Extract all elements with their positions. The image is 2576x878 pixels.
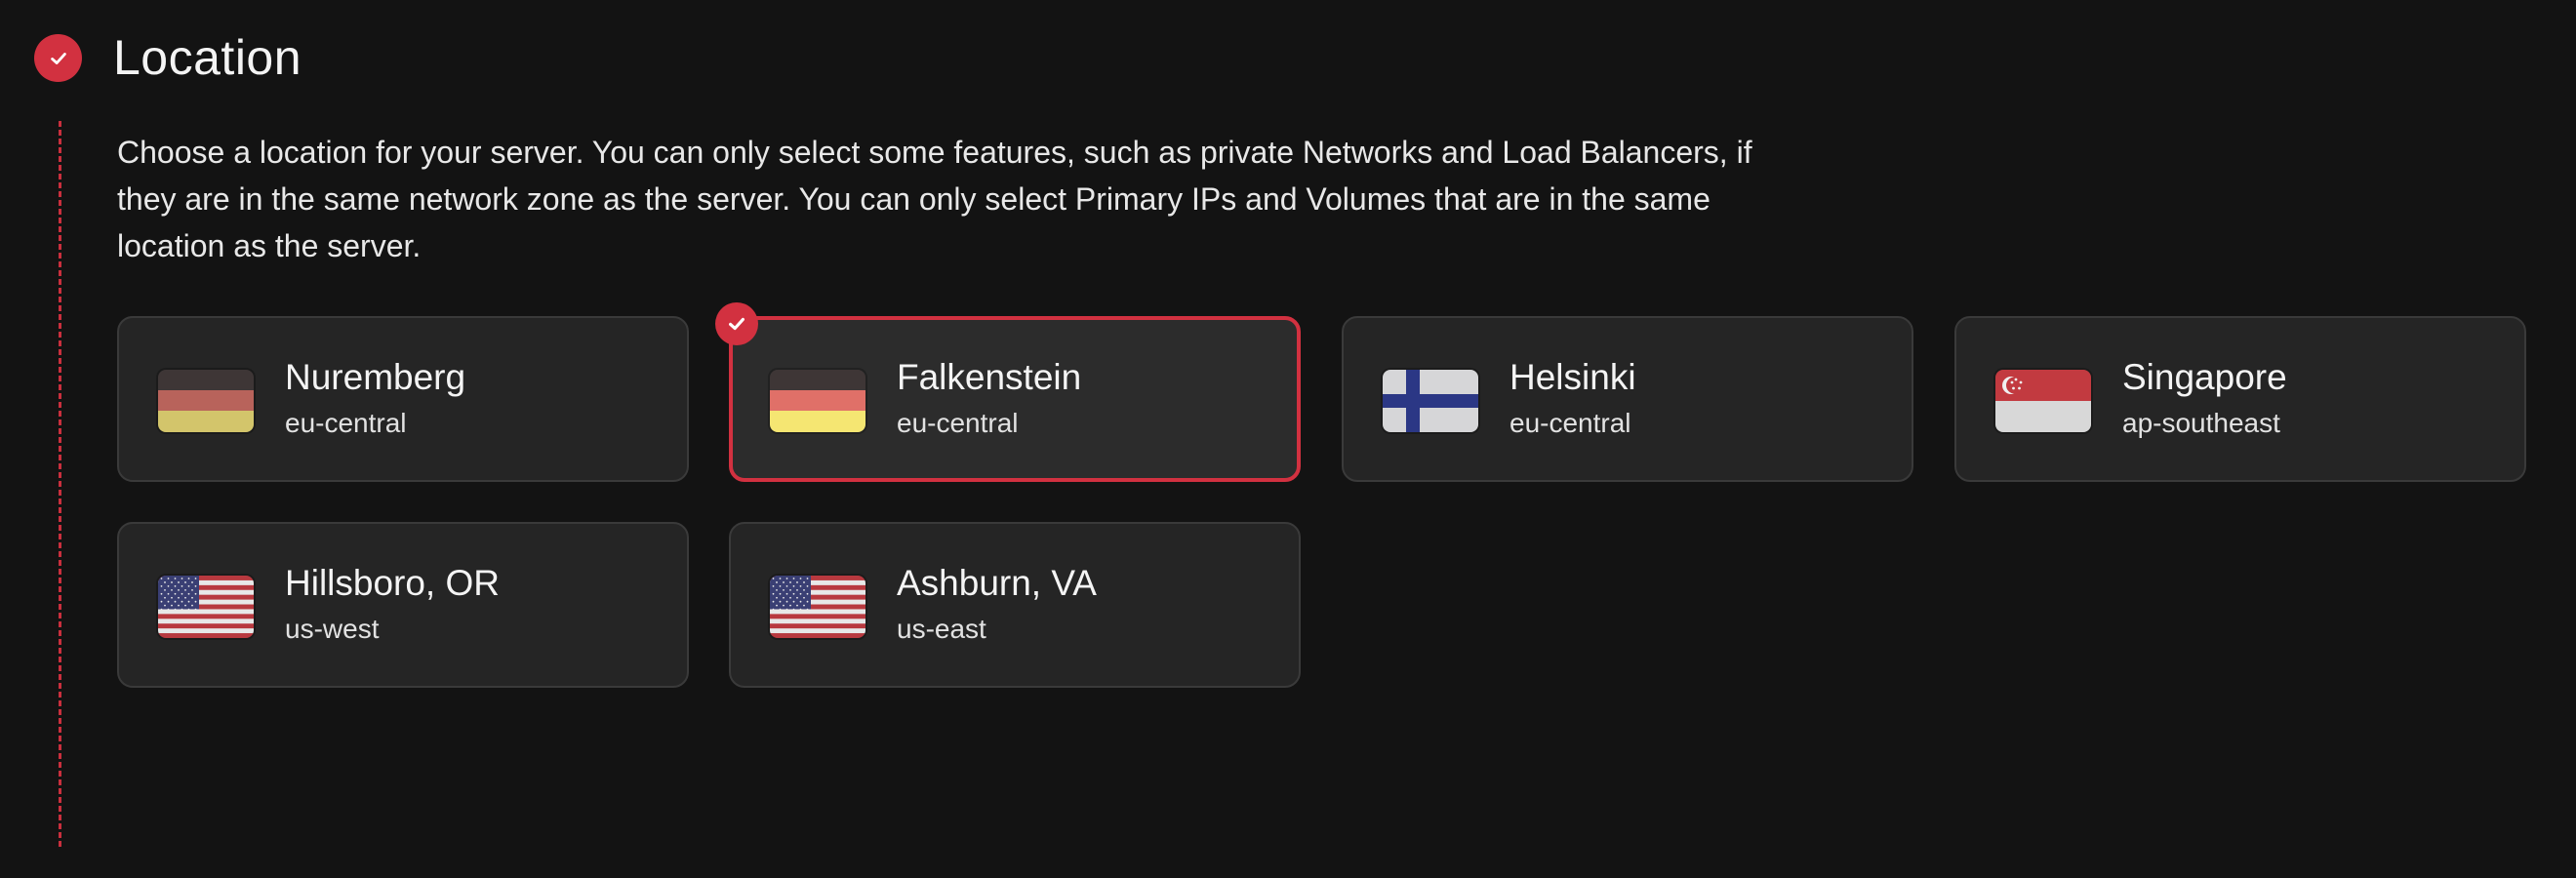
location-network-zone: us-west: [285, 614, 380, 644]
location-grid: Nuremberg eu-central Falkenstein eu-cent…: [117, 302, 2527, 691]
usa-flag-icon: [770, 576, 865, 638]
location-card-hillsboro[interactable]: Hillsboro, OR us-west: [117, 522, 689, 688]
location-network-zone: eu-central: [1509, 408, 1631, 438]
germany-flag-icon: [158, 370, 254, 432]
location-name: Singapore: [2122, 357, 2287, 397]
location-network-zone: eu-central: [285, 408, 407, 438]
usa-flag-icon: [158, 576, 254, 638]
location-name: Helsinki: [1509, 357, 1636, 397]
location-card-falkenstein[interactable]: Falkenstein eu-central: [715, 302, 1301, 482]
location-card-ashburn[interactable]: Ashburn, VA us-east: [729, 522, 1301, 688]
location-card-singapore[interactable]: Singapore ap-southeast: [1954, 316, 2526, 482]
location-network-zone: eu-central: [897, 408, 1019, 438]
location-name: Falkenstein: [897, 357, 1082, 397]
section-description: Choose a location for your server. You c…: [117, 135, 1752, 263]
germany-flag-icon: [770, 370, 865, 432]
finland-flag-icon: [1383, 370, 1478, 432]
singapore-flag-icon: [1995, 370, 2091, 432]
location-card-helsinki[interactable]: Helsinki eu-central: [1342, 316, 1913, 482]
location-card-nuremberg[interactable]: Nuremberg eu-central: [117, 316, 689, 482]
step-complete-check-icon: [34, 34, 82, 82]
location-name: Hillsboro, OR: [285, 563, 500, 603]
section-title: Location: [113, 30, 302, 85]
step-connector-line: [59, 121, 61, 847]
selected-check-icon: [715, 302, 758, 345]
check-icon: [50, 52, 66, 64]
location-name: Ashburn, VA: [897, 563, 1097, 603]
location-network-zone: us-east: [897, 614, 986, 644]
location-step: Location Choose a location for your serv…: [0, 0, 2576, 878]
location-name: Nuremberg: [285, 357, 466, 397]
location-network-zone: ap-southeast: [2122, 408, 2280, 438]
